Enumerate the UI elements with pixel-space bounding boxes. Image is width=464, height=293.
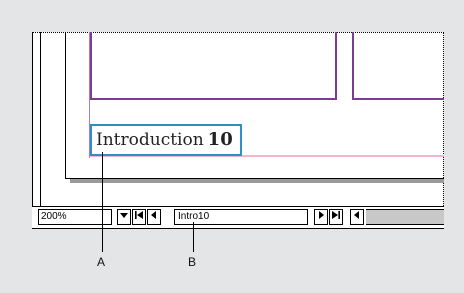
next-page-button[interactable]: [314, 209, 328, 225]
zoom-menu-button[interactable]: [117, 209, 131, 225]
page-number-field[interactable]: Intro10: [174, 209, 308, 225]
first-page-button[interactable]: [132, 209, 146, 225]
text-frame-left[interactable]: [90, 32, 337, 100]
zoom-value: 200%: [41, 211, 67, 222]
horizontal-scrollbar[interactable]: [366, 209, 444, 225]
page-spread-left-edge: [65, 32, 66, 179]
first-page-icon: [135, 211, 143, 219]
triangle-left-icon: [151, 211, 156, 219]
folio-label: Introduction: [96, 130, 204, 150]
last-page-button[interactable]: [329, 209, 343, 225]
callout-a-line: [102, 152, 103, 252]
triangle-right-icon: [319, 211, 324, 219]
callout-a-label: A: [97, 255, 106, 269]
text-frame-right[interactable]: [352, 32, 444, 100]
folio-page-number: 10: [207, 129, 233, 150]
chevron-down-icon: [120, 213, 128, 218]
last-page-icon: [332, 211, 340, 219]
page-number-value: Intro10: [178, 211, 210, 222]
folio-text-frame[interactable]: Introduction 10: [90, 124, 242, 156]
page-shadow: [70, 179, 444, 183]
window-bottom-edge: [32, 228, 444, 229]
callout-b-label: B: [188, 255, 197, 269]
scroll-left-button[interactable]: [350, 209, 364, 225]
pasteboard-edge: [40, 32, 41, 206]
callout-b-line: [193, 222, 194, 252]
zoom-field[interactable]: 200%: [38, 209, 112, 225]
previous-page-button[interactable]: [147, 209, 161, 225]
scroll-left-icon: [354, 211, 359, 219]
window-left-edge: [32, 32, 33, 228]
